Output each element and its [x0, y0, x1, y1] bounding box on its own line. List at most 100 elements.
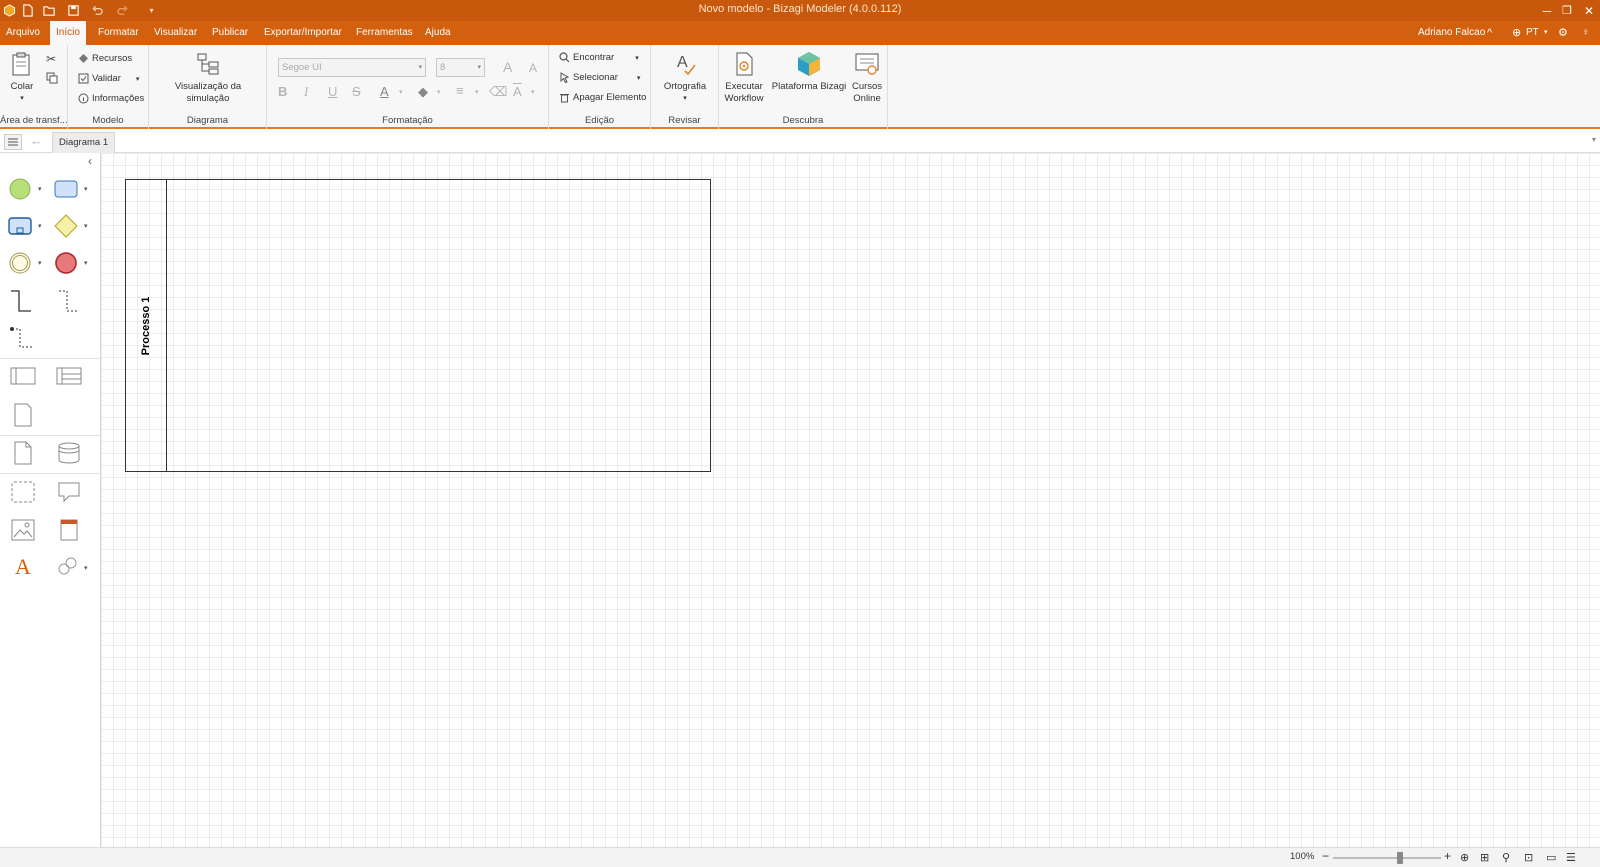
zoom-slider-thumb[interactable] — [1396, 852, 1403, 864]
copy-icon[interactable] — [46, 72, 58, 84]
end-event-dropdown-icon[interactable]: ▾ — [84, 259, 88, 267]
increase-font-icon[interactable]: A — [503, 59, 512, 75]
find-button[interactable]: Encontrar ▾ — [559, 52, 639, 63]
text-tool-icon[interactable]: A — [10, 554, 36, 580]
zoom-magnifier-icon[interactable]: ⚲ — [1502, 851, 1510, 864]
menu-exportar-importar[interactable]: Exportar/Importar — [258, 21, 348, 45]
comment-icon[interactable] — [56, 479, 82, 505]
clear-format-icon[interactable]: ⌫ — [489, 84, 507, 100]
validate-button[interactable]: Validar ▾ — [78, 73, 139, 84]
task-dropdown-icon[interactable]: ▾ — [84, 185, 88, 193]
menu-ajuda[interactable]: Ajuda — [419, 21, 457, 45]
menu-inicio[interactable]: Início — [50, 21, 86, 46]
phase-icon[interactable] — [56, 365, 82, 387]
font-family-select[interactable]: Segoe UI ▾ — [278, 58, 426, 77]
text-style-icon[interactable]: A — [513, 84, 522, 99]
underline-icon[interactable]: U — [328, 84, 337, 99]
find-dropdown-icon[interactable]: ▾ — [635, 54, 639, 62]
subprocess-dropdown-icon[interactable]: ▾ — [38, 222, 42, 230]
subprocess-icon[interactable] — [8, 214, 32, 238]
custom-shapes-dropdown-icon[interactable]: ▾ — [84, 564, 88, 572]
validate-dropdown-icon[interactable]: ▾ — [136, 75, 140, 83]
decrease-font-icon[interactable]: A — [529, 61, 537, 75]
language-dropdown-icon[interactable]: ▾ — [1544, 21, 1548, 45]
zoom-in-icon[interactable]: + — [1444, 849, 1451, 863]
globe-icon[interactable]: ⊕ — [1512, 21, 1521, 45]
annotation-icon[interactable] — [10, 402, 36, 428]
tab-diagrama-1[interactable]: Diagrama 1 — [52, 132, 116, 153]
presentation-icon[interactable]: ▭ — [1546, 851, 1556, 864]
user-name[interactable]: Adriano Falcao — [1418, 21, 1485, 45]
header-shape-icon[interactable] — [56, 517, 82, 543]
task-icon[interactable] — [54, 177, 78, 201]
association-icon[interactable] — [8, 325, 36, 353]
align-dropdown-icon[interactable]: ▾ — [475, 88, 479, 96]
fit-page-icon[interactable]: ⊡ — [1524, 851, 1533, 864]
paste-label: Colar — [10, 81, 34, 92]
font-color-dropdown-icon[interactable]: ▾ — [399, 88, 403, 96]
simulation-view-button[interactable]: Visualização da simulação — [154, 51, 262, 105]
palette-toggle-icon[interactable] — [4, 134, 22, 150]
menu-ferramentas[interactable]: Ferramentas — [350, 21, 419, 45]
menu-formatar[interactable]: Formatar — [92, 21, 145, 45]
font-size-select[interactable]: 8 ▾ — [436, 58, 485, 77]
image-icon[interactable] — [10, 517, 36, 543]
intermediate-event-dropdown-icon[interactable]: ▾ — [38, 259, 42, 267]
pool-header[interactable]: Processo 1 — [126, 180, 167, 471]
text-style-dropdown-icon[interactable]: ▾ — [531, 88, 535, 96]
gateway-dropdown-icon[interactable]: ▾ — [84, 222, 88, 230]
custom-shapes-icon[interactable] — [54, 554, 80, 580]
restore-icon[interactable]: ❐ — [1558, 2, 1576, 19]
layout-icon[interactable]: ☰ — [1566, 851, 1576, 864]
bold-icon[interactable]: B — [278, 84, 287, 99]
zoom-out-icon[interactable]: − — [1322, 849, 1329, 863]
start-event-dropdown-icon[interactable]: ▾ — [38, 185, 42, 193]
font-color-icon[interactable]: A — [380, 84, 389, 99]
fill-color-dropdown-icon[interactable]: ▾ — [437, 88, 441, 96]
resources-button[interactable]: Recursos — [78, 53, 132, 64]
italic-icon[interactable]: I — [304, 84, 308, 100]
menu-visualizar[interactable]: Visualizar — [148, 21, 203, 45]
select-button[interactable]: Selecionar ▾ — [559, 72, 640, 83]
menu-arquivo[interactable]: Arquivo — [0, 21, 46, 45]
online-courses-button[interactable]: Cursos Online — [848, 51, 886, 105]
intermediate-event-icon[interactable] — [8, 251, 32, 275]
group-shape-icon[interactable] — [10, 479, 36, 505]
bizagi-platform-button[interactable]: Plataforma Bizagi — [771, 51, 847, 93]
data-object-icon[interactable] — [10, 440, 36, 466]
grid-view-icon[interactable]: ⊞ — [1480, 851, 1489, 864]
minimize-icon[interactable]: ─ — [1538, 2, 1556, 19]
message-flow-icon[interactable] — [56, 288, 82, 316]
help-bulb-icon[interactable]: ♀ — [1582, 21, 1590, 45]
cut-icon[interactable]: ✂ — [46, 52, 56, 66]
sequence-flow-icon[interactable] — [8, 288, 34, 316]
select-dropdown-icon[interactable]: ▾ — [637, 74, 641, 82]
run-workflow-button[interactable]: Executar Workflow — [722, 51, 766, 105]
diagram-canvas[interactable]: Processo 1 — [101, 153, 1600, 847]
end-event-icon[interactable] — [54, 251, 78, 275]
zoom-slider[interactable] — [1333, 852, 1441, 864]
align-icon[interactable]: ≡ — [456, 83, 464, 98]
paste-button[interactable]: Colar ▾ — [6, 51, 38, 105]
close-icon[interactable]: ✕ — [1580, 2, 1598, 19]
tab-list-dropdown-icon[interactable]: ▾ — [1592, 135, 1596, 144]
delete-element-button[interactable]: Apagar Elemento — [559, 92, 646, 103]
collapse-ribbon-icon[interactable]: ^ — [1487, 21, 1492, 45]
start-event-icon[interactable] — [8, 177, 32, 201]
collapse-palette-icon[interactable]: ‹ — [88, 154, 92, 168]
data-store-icon[interactable] — [56, 440, 82, 466]
zoom-fit-icon[interactable]: ⊕ — [1460, 851, 1469, 864]
pool-shape[interactable]: Processo 1 — [125, 179, 711, 472]
fill-color-icon[interactable]: ◆ — [418, 84, 428, 100]
info-button[interactable]: Informações — [78, 93, 144, 104]
lane-icon[interactable] — [10, 365, 36, 387]
spelling-button[interactable]: A Ortografia ▾ — [655, 51, 715, 105]
language-selector[interactable]: PT — [1526, 21, 1539, 45]
back-arrow-icon[interactable]: ← — [30, 133, 43, 148]
font-family-value: Segoe UI — [282, 62, 322, 73]
pool-name[interactable]: Processo 1 — [140, 296, 152, 355]
settings-icon[interactable]: ⚙ — [1558, 21, 1568, 45]
menu-publicar[interactable]: Publicar — [206, 21, 254, 45]
gateway-icon[interactable] — [54, 214, 78, 238]
strikethrough-icon[interactable]: S — [352, 84, 361, 99]
